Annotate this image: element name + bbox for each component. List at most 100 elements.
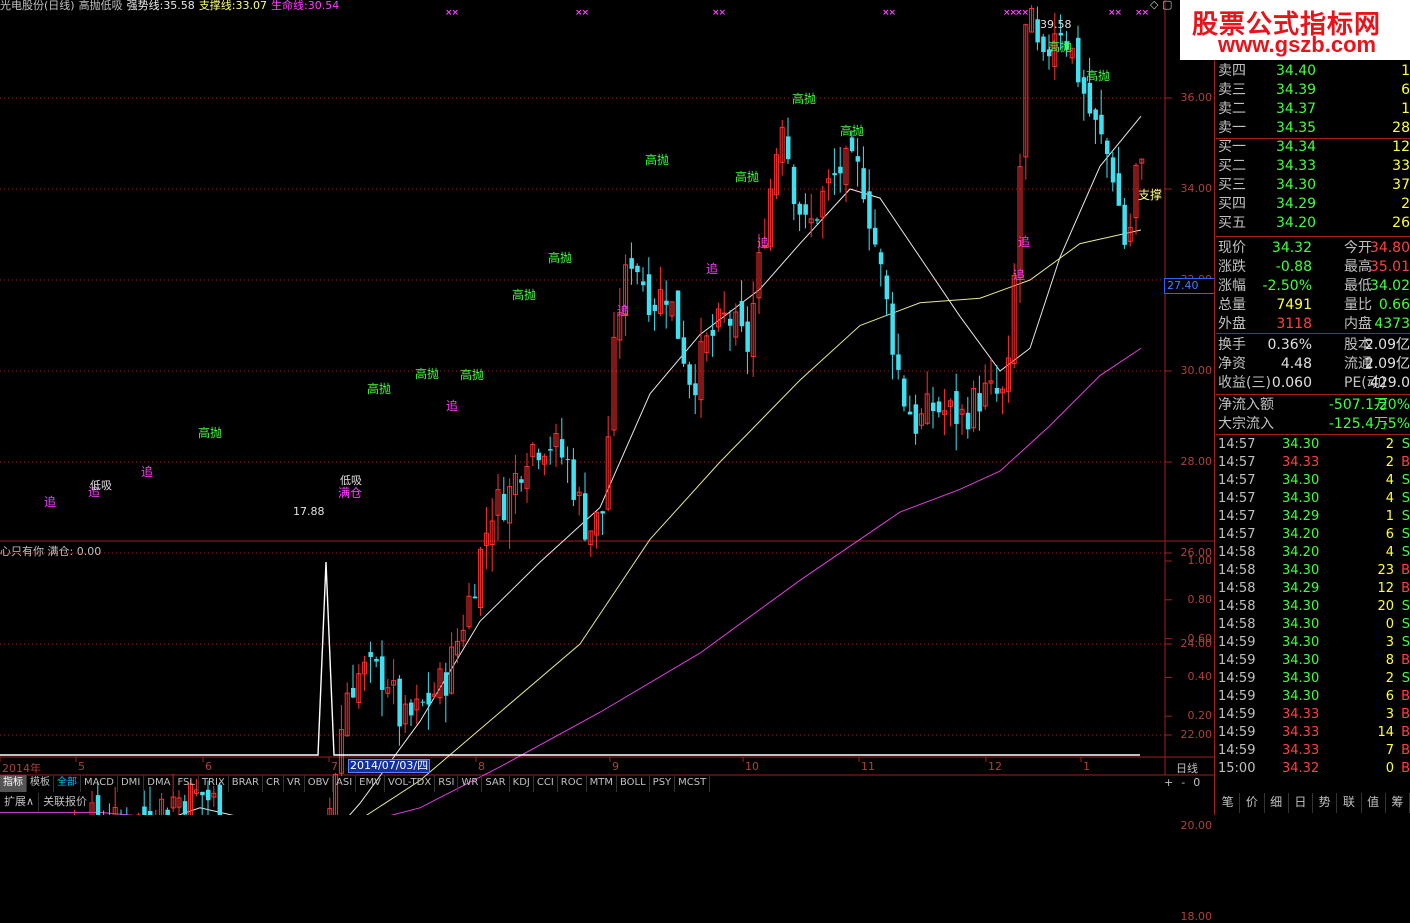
tab-mtm[interactable]: MTM <box>587 775 617 792</box>
indicator-label: 满仓: <box>47 545 74 558</box>
indicator-name: 心只有你 <box>0 545 44 558</box>
signal-chase: 追 <box>1018 235 1031 249</box>
tab-fsl[interactable]: FSL <box>174 775 199 792</box>
order-volume: 2 <box>1401 196 1410 212</box>
candle-down <box>501 493 507 521</box>
tick-volume: 4 <box>1385 491 1394 506</box>
tick-row: 14:57 34.30 4 S <box>1216 490 1410 508</box>
tab-mcst[interactable]: MCST <box>675 775 711 792</box>
candle-down <box>884 275 890 300</box>
tab-rsi[interactable]: RSI <box>435 775 459 792</box>
tick-time: 14:59 <box>1218 743 1256 758</box>
tick-volume: 6 <box>1385 527 1394 542</box>
tick-time: 14:57 <box>1218 455 1256 470</box>
order-price: 34.39 <box>1276 82 1317 98</box>
candle-down <box>913 404 919 434</box>
tab-全部[interactable]: 全部 <box>54 775 81 792</box>
tick-side: B <box>1401 581 1410 596</box>
tick-price: 34.20 <box>1282 527 1320 542</box>
tab-control-button[interactable]: - <box>1181 776 1185 789</box>
tab-dmi[interactable]: DMI <box>118 775 145 792</box>
tab-模板[interactable]: 模板 <box>27 775 54 792</box>
fundamental-row: 收益(三) 0.060 PE(动) 429.0 <box>1216 374 1410 392</box>
indicator-value: 0.00 <box>76 545 102 558</box>
tick-row: 14:58 34.30 23 B <box>1216 562 1410 580</box>
order-volume: 12 <box>1392 139 1410 155</box>
x-tick-label: 10 <box>745 760 759 773</box>
order-book-row: 卖一 34.35 28 <box>1216 119 1410 137</box>
panel-nav-tab[interactable]: 筹 <box>1386 793 1410 813</box>
tab-cr[interactable]: CR <box>263 775 284 792</box>
tab-wr[interactable]: WR <box>458 775 483 792</box>
tab-control-button[interactable]: + <box>1164 776 1173 789</box>
ind-tick-label: 0.60 <box>1187 631 1213 645</box>
signal-high-sell: 高抛 <box>1048 40 1073 54</box>
y-tick-label: 36.00 <box>1180 91 1213 104</box>
signal-xx: ×× <box>1108 8 1122 18</box>
tab-kdj[interactable]: KDJ <box>510 775 534 792</box>
tick-row: 14:59 34.33 7 B <box>1216 742 1410 760</box>
signal-xx: ×× <box>1015 8 1029 18</box>
tick-time: 14:59 <box>1218 689 1256 704</box>
bottom-button[interactable]: 扩展∧ <box>0 793 40 811</box>
panel-nav-tab[interactable]: 日 <box>1289 793 1313 813</box>
tab-boll[interactable]: BOLL <box>617 775 650 792</box>
candle-down <box>635 265 640 273</box>
panel-nav-tab[interactable]: 联 <box>1337 793 1362 813</box>
tick-price: 34.30 <box>1282 563 1320 578</box>
order-volume: 1 <box>1401 63 1410 79</box>
kline-chart[interactable] <box>0 0 1410 815</box>
tab-brar[interactable]: BRAR <box>229 775 263 792</box>
signal-xx: ×× <box>712 8 726 18</box>
quote-value: 34.80 <box>1369 240 1410 256</box>
tick-volume: 6 <box>1385 689 1394 704</box>
quote-key: 量比 <box>1344 297 1372 313</box>
tab-dma[interactable]: DMA <box>144 775 175 792</box>
tab-vr[interactable]: VR <box>284 775 305 792</box>
flow-key: 净流入额 <box>1218 397 1274 413</box>
tab-roc[interactable]: ROC <box>558 775 587 792</box>
tick-volume: 3 <box>1385 635 1394 650</box>
tick-time: 14:58 <box>1218 545 1256 560</box>
tab-trix[interactable]: TRIX <box>199 775 229 792</box>
candle-down <box>536 452 542 461</box>
panel-nav-tab[interactable]: 价 <box>1240 793 1265 813</box>
tab-asi[interactable]: ASI <box>333 775 357 792</box>
candle-down <box>443 672 449 696</box>
window-controls[interactable]: ◇ ▢ <box>1150 0 1172 11</box>
tab-macd[interactable]: MACD <box>81 775 118 792</box>
tab-obv[interactable]: OBV <box>305 775 333 792</box>
quote-key: 最低 <box>1344 278 1372 294</box>
panel-nav-tab[interactable]: 值 <box>1362 793 1386 813</box>
tick-row: 14:58 34.29 12 B <box>1216 580 1410 598</box>
tab-psy[interactable]: PSY <box>650 775 676 792</box>
candle-down <box>797 203 803 215</box>
tick-side: B <box>1401 455 1410 470</box>
order-price: 34.40 <box>1276 63 1317 79</box>
candle-down <box>1087 82 1093 114</box>
tick-side: S <box>1401 545 1410 560</box>
tab-emv[interactable]: EMV <box>356 775 385 792</box>
x-tick-label: 6 <box>205 760 212 773</box>
signal-chase: 追 <box>44 495 57 509</box>
chart-header: 光电股份(日线) 高抛低吸 强势线:35.58 支撑线:33.07 生命线:30.54 <box>0 0 343 12</box>
candle-down <box>815 219 820 221</box>
panel-nav-tab[interactable]: 细 <box>1265 793 1289 813</box>
fund-value: 0.060 <box>1271 375 1312 391</box>
tab-sar[interactable]: SAR <box>482 775 510 792</box>
tab-cci[interactable]: CCI <box>534 775 558 792</box>
tick-volume: 4 <box>1385 473 1394 488</box>
candle-down <box>873 227 878 245</box>
tick-price: 34.33 <box>1282 707 1320 722</box>
tab-vol-tdx[interactable]: VOL-TDX <box>385 775 436 792</box>
fundamental-row: 净资 4.48 流通 2.09亿 <box>1216 355 1410 373</box>
signal-high-sell: 高抛 <box>840 124 865 138</box>
tick-row: 15:00 34.32 0 B <box>1216 760 1410 778</box>
bottom-button[interactable]: 关联报价 <box>39 793 93 811</box>
panel-nav-tab[interactable]: 笔 <box>1216 793 1241 813</box>
tab-control-button[interactable]: 0 <box>1193 776 1200 789</box>
period-label[interactable]: 日线 <box>1176 760 1198 776</box>
tab-指标[interactable]: 指标 <box>0 775 27 792</box>
panel-nav-tab[interactable]: 势 <box>1313 793 1338 813</box>
candle-down <box>791 166 797 205</box>
